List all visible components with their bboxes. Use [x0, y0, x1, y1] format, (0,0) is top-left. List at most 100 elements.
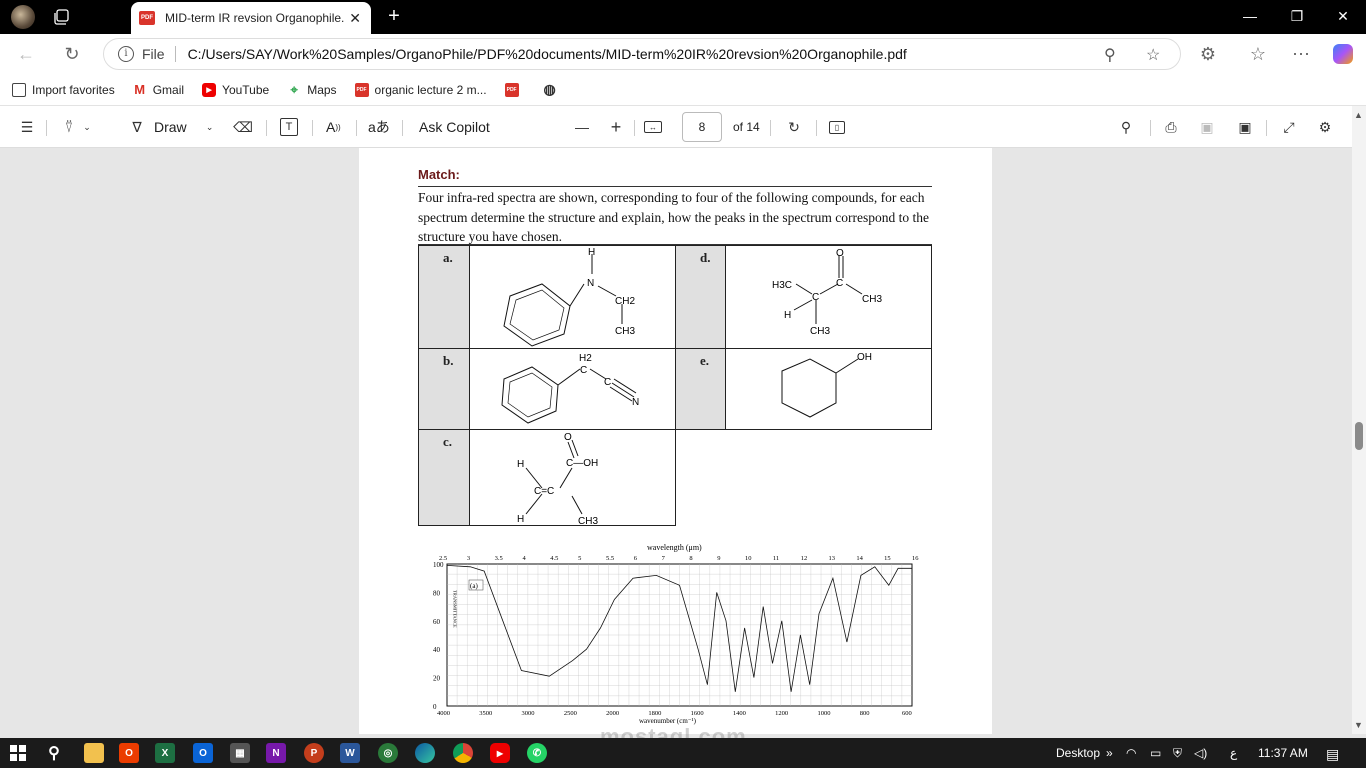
- active-tab[interactable]: PDF MID-term IR revsion Organophile.pdf …: [131, 2, 371, 34]
- fav-pdf-shortcut[interactable]: PDF: [504, 82, 525, 97]
- close-tab-icon[interactable]: ✕: [349, 10, 361, 27]
- x-tick-label: 1800: [648, 710, 661, 717]
- powerpoint-icon[interactable]: P: [304, 743, 324, 763]
- zoom-in-button[interactable]: +: [607, 117, 625, 137]
- top-tick-label: 12: [801, 555, 808, 562]
- restore-button[interactable]: ❐: [1287, 8, 1307, 26]
- fav-import[interactable]: Import favorites: [12, 82, 115, 97]
- rotate-button[interactable]: ↻: [785, 117, 803, 137]
- save-as-button[interactable]: ▣: [1236, 117, 1254, 137]
- file-explorer-icon[interactable]: [84, 743, 104, 763]
- contents-button[interactable]: ☰: [18, 117, 36, 137]
- molecule-b: H2 C C N: [501, 353, 639, 424]
- pdf-toolbar: ☰ ⍢ ⌄ ∇ Draw ⌄ ⌫ T A)) aあ Ask Copilot — + ↔…: [0, 106, 1366, 148]
- zoom-out-button[interactable]: —: [573, 117, 591, 137]
- chevron-right-icon[interactable]: »: [1106, 746, 1113, 760]
- url-field[interactable]: i File C:/Users/SAY/Work%20Samples/Organ…: [103, 38, 1181, 70]
- draw-label: Draw: [154, 119, 187, 135]
- scroll-up-icon[interactable]: ▲: [1354, 110, 1363, 120]
- scroll-down-icon[interactable]: ▼: [1354, 720, 1363, 730]
- excel-icon[interactable]: X: [155, 743, 175, 763]
- minimize-button[interactable]: —: [1240, 8, 1260, 26]
- mol-b-cc: C: [604, 377, 611, 388]
- new-tab-button[interactable]: +: [383, 5, 405, 27]
- desktop-label[interactable]: Desktop: [1056, 746, 1100, 760]
- top-tick-label: 16: [912, 555, 919, 562]
- translate-icon: aあ: [368, 119, 390, 135]
- outlook-icon[interactable]: O: [193, 743, 213, 763]
- info-icon[interactable]: i: [118, 46, 134, 62]
- x-tick-label: 3500: [479, 710, 492, 717]
- page-number-input[interactable]: 8: [682, 112, 722, 142]
- molecule-c: O C—OH H C=C H CH3: [517, 432, 598, 527]
- shield-icon[interactable]: ⛨: [1173, 746, 1182, 761]
- draw-button[interactable]: ∇ Draw ⌄: [128, 117, 219, 137]
- erase-button[interactable]: ⌫: [233, 117, 253, 137]
- fav-maps[interactable]: ⌖ Maps: [287, 82, 337, 97]
- refresh-icon[interactable]: ↻: [62, 44, 82, 64]
- whatsapp-icon[interactable]: ✆: [527, 743, 547, 763]
- save-button[interactable]: ▣: [1198, 117, 1216, 137]
- favorites-icon[interactable]: ☆: [1248, 44, 1268, 64]
- pdf-icon: PDF: [139, 11, 155, 25]
- label-cell-e: e.: [675, 348, 726, 430]
- spectrum-bottom-ticks: 4000 3500 3000 2500 2000 1800 1600 1400 1200 1000…: [437, 710, 912, 717]
- globe-icon: ◍: [543, 81, 556, 97]
- vertical-scrollbar[interactable]: ▲ ▼: [1352, 106, 1366, 734]
- fav-gmail[interactable]: M Gmail: [133, 82, 184, 97]
- extensions-icon[interactable]: ⚙: [1198, 44, 1218, 64]
- highlight-button[interactable]: ⍢ ⌄: [60, 117, 96, 137]
- label-c: c.: [443, 434, 453, 449]
- url-text[interactable]: C:/Users/SAY/Work%20Samples/OrganoPhile/…: [188, 46, 907, 62]
- label-cell-d: d.: [675, 245, 726, 349]
- chrome-icon[interactable]: [453, 743, 473, 763]
- language-indicator[interactable]: ع: [1230, 746, 1237, 760]
- top-tick-label: 15: [884, 555, 891, 562]
- battery-icon[interactable]: ▭: [1150, 746, 1161, 760]
- close-window-button[interactable]: ✕: [1333, 8, 1353, 26]
- word-icon[interactable]: W: [340, 743, 360, 763]
- profile-avatar[interactable]: [11, 5, 35, 29]
- chat-app-icon[interactable]: ◎: [378, 743, 398, 763]
- edge-icon[interactable]: [415, 743, 435, 763]
- expand-icon: ⤢: [1283, 118, 1295, 135]
- onenote-icon[interactable]: N: [266, 743, 286, 763]
- notifications-icon[interactable]: ▤: [1326, 746, 1339, 763]
- more-menu-icon[interactable]: ⋯: [1291, 44, 1311, 64]
- read-aloud-button[interactable]: A)): [326, 117, 341, 137]
- print-button[interactable]: ⎙: [1162, 117, 1180, 137]
- start-icon[interactable]: [8, 743, 28, 763]
- ask-copilot-button[interactable]: Ask Copilot: [419, 117, 490, 137]
- fullscreen-button[interactable]: ⤢: [1280, 117, 1298, 137]
- molecule-a: H N CH2 CH3: [503, 247, 635, 347]
- clock[interactable]: 11:37 AM: [1258, 746, 1308, 760]
- zoom-icon[interactable]: ⚲: [1104, 45, 1116, 65]
- tab-actions-icon[interactable]: [54, 9, 70, 25]
- label-cell-a: a.: [418, 245, 470, 349]
- fit-width-button[interactable]: ↔: [644, 117, 662, 137]
- heading-rule: [418, 186, 932, 187]
- wifi-icon[interactable]: ◠: [1126, 746, 1136, 760]
- fav-organic-lecture[interactable]: PDF organic lecture 2 m...: [354, 82, 487, 97]
- favorite-star-icon[interactable]: ☆: [1146, 45, 1160, 65]
- search-button[interactable]: ⚲: [1117, 117, 1135, 137]
- translate-button[interactable]: aあ: [368, 117, 390, 137]
- spectrum-y-axis-title: TRANSMITTANCE: [453, 590, 458, 628]
- app-icon[interactable]: ▦: [230, 743, 250, 763]
- settings-button[interactable]: ⚙: [1316, 117, 1334, 137]
- youtube-icon[interactable]: ▶: [490, 743, 510, 763]
- pdf-viewer[interactable]: Match: Four infra-red spectra are shown,…: [0, 148, 1366, 734]
- spectrum-y-ticks: 100806040200: [433, 561, 444, 711]
- fav-globe[interactable]: ◍: [543, 81, 563, 97]
- fav-youtube[interactable]: ▶ YouTube: [202, 82, 269, 97]
- page-view-button[interactable]: ▯: [829, 117, 845, 137]
- scroll-thumb[interactable]: [1355, 422, 1363, 450]
- office-icon[interactable]: O: [119, 743, 139, 763]
- back-arrow-icon[interactable]: ←: [16, 44, 36, 64]
- molecule-d: O H3C C C CH3 H CH3: [772, 248, 882, 337]
- search-icon[interactable]: ⚲: [44, 743, 64, 763]
- copilot-icon[interactable]: [1333, 44, 1353, 64]
- mol-d-h3c: H3C: [772, 280, 792, 291]
- text-box-button[interactable]: T: [280, 117, 298, 137]
- volume-icon[interactable]: ◁): [1194, 746, 1207, 760]
